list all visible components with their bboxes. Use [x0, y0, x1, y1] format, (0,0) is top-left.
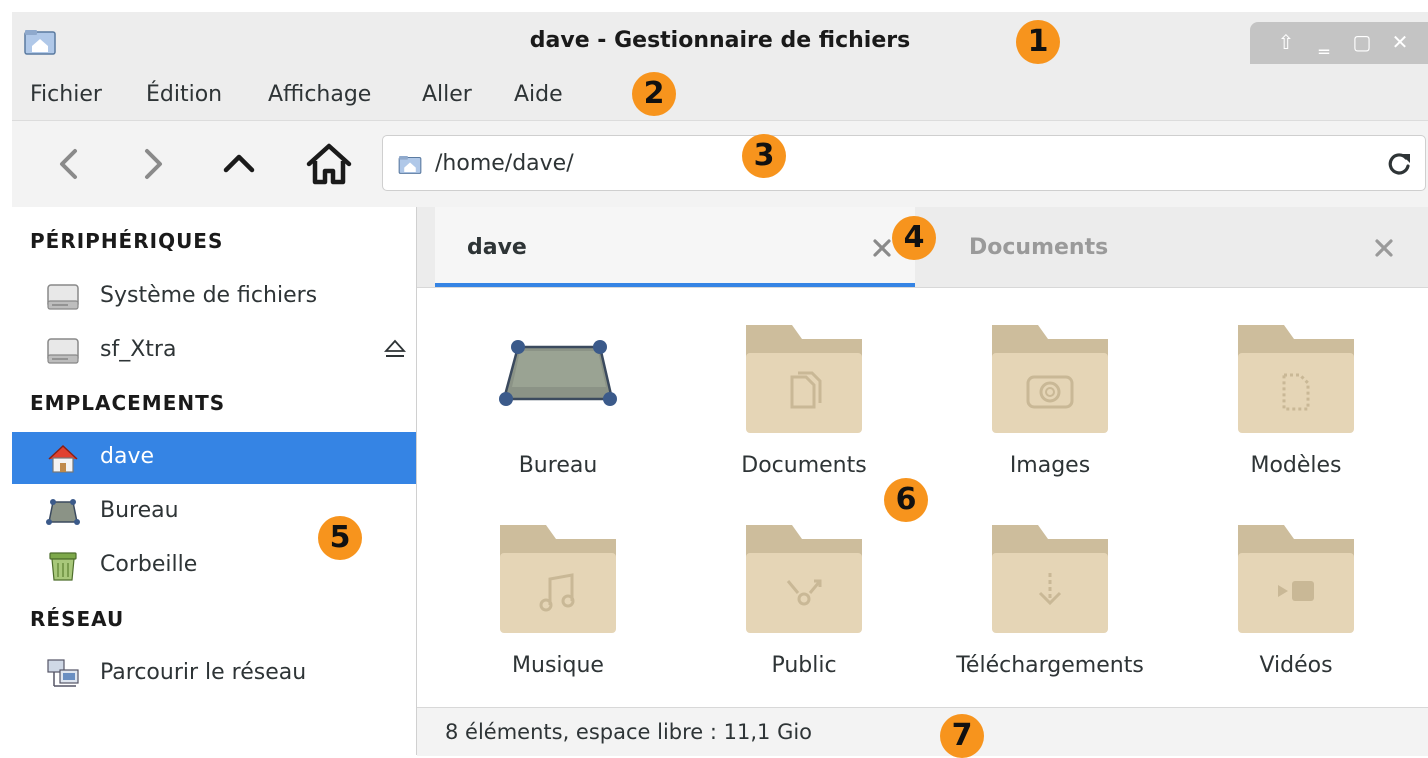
callout-4: 4 [892, 216, 936, 260]
sidebar-item-label: Système de fichiers [100, 283, 318, 308]
file-manager-window: dave - Gestionnaire de fichiers ⇧ ‗ ▢ ✕ … [12, 12, 1428, 756]
folder-public-icon [742, 517, 866, 637]
shade-up-icon[interactable]: ⇧ [1274, 30, 1298, 54]
eject-icon[interactable] [384, 337, 406, 361]
menu-fichier[interactable]: Fichier [30, 82, 102, 107]
file-item-public[interactable]: Public [681, 507, 927, 697]
chevron-right-icon[interactable] [126, 137, 180, 191]
tab-documents[interactable]: Documents [937, 207, 1417, 287]
file-item-modeles[interactable]: Modèles [1173, 307, 1419, 497]
file-item-bureau[interactable]: Bureau [435, 307, 681, 497]
folder-videos-icon [1234, 517, 1358, 637]
folder-documents-icon [742, 317, 866, 437]
home-folder-icon [48, 444, 78, 473]
tab-label: Documents [969, 235, 1109, 260]
menu-aller[interactable]: Aller [422, 82, 472, 107]
sidebar-item-network[interactable]: Parcourir le réseau [12, 648, 416, 700]
file-item-label: Documents [741, 453, 867, 478]
sidebar-item-label: dave [100, 444, 155, 469]
sidebar-item-label: Parcourir le réseau [100, 660, 307, 685]
folder-pictures-icon [988, 317, 1112, 437]
content-area: dave Documents Bureau Documents Images M… [417, 207, 1428, 756]
sidebar-item-dave[interactable]: dave [12, 432, 416, 484]
location-input[interactable] [435, 144, 1335, 182]
file-item-label: Vidéos [1259, 653, 1333, 678]
network-icon [47, 659, 79, 687]
file-item-images[interactable]: Images [927, 307, 1173, 497]
tab-label: dave [467, 235, 527, 260]
sidebar-header-network: RÉSEAU [30, 607, 125, 631]
close-icon[interactable] [1373, 237, 1395, 259]
sidebar-item-label: Corbeille [100, 552, 198, 577]
menu-affichage[interactable]: Affichage [268, 82, 371, 107]
file-item-telechargements[interactable]: Téléchargements [927, 507, 1173, 697]
chevron-up-icon[interactable] [212, 137, 266, 191]
status-bar: 8 éléments, espace libre : 11,1 Gio [417, 707, 1428, 756]
folder-templates-icon [1234, 317, 1358, 437]
menu-bar: Fichier Édition Affichage Aller Aide [12, 70, 1428, 121]
drive-icon [46, 335, 80, 367]
window-title: dave - Gestionnaire de fichiers [529, 28, 911, 53]
file-item-documents[interactable]: Documents [681, 307, 927, 497]
trash-icon [49, 552, 77, 581]
chevron-left-icon[interactable] [42, 137, 96, 191]
title-bar[interactable]: dave - Gestionnaire de fichiers ⇧ ‗ ▢ ✕ [12, 12, 1428, 70]
file-item-label: Public [771, 653, 837, 678]
folder-download-icon [988, 517, 1112, 637]
desktop-icon [46, 499, 80, 525]
window-controls: ⇧ ‗ ▢ ✕ [1250, 22, 1428, 64]
folder-music-icon [496, 517, 620, 637]
home-icon[interactable] [302, 137, 356, 191]
sidebar-item-label: Bureau [100, 498, 179, 523]
desktop-icon [499, 340, 617, 406]
maximize-icon[interactable]: ▢ [1350, 30, 1374, 54]
callout-1: 1 [1016, 20, 1060, 64]
file-item-videos[interactable]: Vidéos [1173, 507, 1419, 697]
sidebar-header-places: EMPLACEMENTS [30, 391, 226, 415]
callout-5: 5 [318, 516, 362, 560]
sidebar: PÉRIPHÉRIQUES Système de fichiers sf_Xtr… [12, 207, 417, 755]
sidebar-header-devices: PÉRIPHÉRIQUES [30, 229, 224, 253]
drive-icon [46, 281, 80, 313]
close-icon[interactable]: ✕ [1388, 30, 1412, 54]
file-item-label: Modèles [1250, 453, 1342, 478]
minimize-icon[interactable]: ‗ [1312, 30, 1336, 54]
status-text: 8 éléments, espace libre : 11,1 Gio [445, 720, 813, 744]
file-item-label: Musique [512, 653, 604, 678]
file-item-label: Téléchargements [956, 653, 1144, 678]
folder-icon [397, 152, 423, 176]
callout-3: 3 [742, 134, 786, 178]
sidebar-item-label: sf_Xtra [100, 337, 177, 362]
sidebar-item-filesystem[interactable]: Système de fichiers [12, 271, 416, 323]
tab-dave[interactable]: dave [435, 207, 915, 287]
menu-aide[interactable]: Aide [514, 82, 563, 107]
callout-2: 2 [632, 72, 676, 116]
location-bar [382, 135, 1426, 191]
file-item-label: Images [1009, 453, 1091, 478]
callout-7: 7 [940, 714, 984, 758]
file-item-musique[interactable]: Musique [435, 507, 681, 697]
sidebar-item-sf-xtra[interactable]: sf_Xtra [12, 325, 416, 377]
callout-6: 6 [884, 478, 928, 522]
close-icon[interactable] [871, 237, 893, 259]
toolbar [12, 121, 1428, 208]
file-item-label: Bureau [518, 453, 598, 478]
reload-icon[interactable] [1385, 150, 1413, 178]
menu-edition[interactable]: Édition [146, 82, 222, 107]
